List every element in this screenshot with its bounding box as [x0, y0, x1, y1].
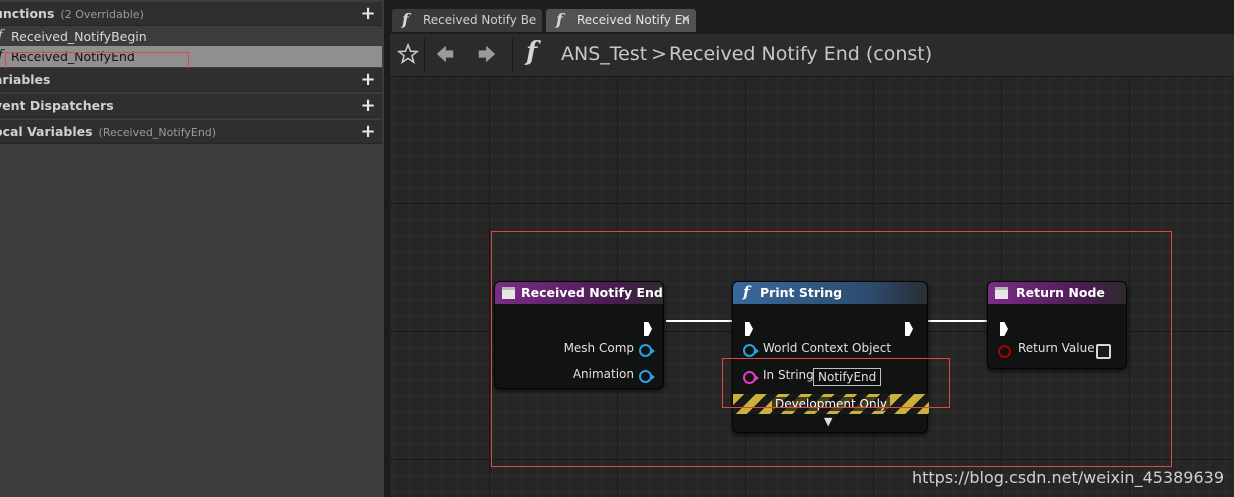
pin-label: In String [763, 368, 814, 382]
animation-pin[interactable] [639, 370, 655, 383]
category-local-variables[interactable]: ocal Variables (Received_NotifyEnd) + [0, 120, 382, 144]
return-icon [995, 287, 1008, 299]
return-value-pin[interactable] [998, 345, 1011, 358]
add-variable-button[interactable]: + [359, 71, 377, 89]
breadcrumb-separator: > [651, 43, 667, 65]
category-label: unctions (2 Overridable) [0, 6, 144, 21]
category-event-dispatchers[interactable]: vent Dispatchers + [0, 94, 382, 118]
node-header: f Print String [733, 282, 927, 304]
category-variables[interactable]: ariables + [0, 68, 382, 92]
node-header: Return Node [988, 282, 1126, 304]
node-header: Received Notify End [495, 282, 663, 304]
pin-label: Animation [572, 367, 634, 381]
category-label: ocal Variables (Received_NotifyEnd) [0, 124, 217, 139]
function-icon: f [556, 10, 563, 29]
function-icon: f [0, 48, 3, 63]
event-icon [502, 287, 515, 299]
exec-wire[interactable] [666, 320, 738, 322]
breadcrumb-function[interactable]: Received Notify End (const) [669, 43, 932, 65]
arrow-right-icon[interactable] [476, 43, 498, 65]
function-icon: f [402, 10, 409, 29]
node-print-string[interactable]: f Print String World Context Object In S… [732, 281, 929, 433]
exec-wire[interactable] [928, 320, 988, 322]
arrow-left-icon[interactable] [434, 43, 456, 65]
in-string-input[interactable]: NotifyEnd [813, 368, 882, 386]
add-event-dispatcher-button[interactable]: + [359, 97, 377, 115]
close-icon[interactable]: × [680, 12, 691, 27]
graph-tab-bar: f Received Notify Be f Received Notify E… [390, 0, 1234, 34]
my-blueprint-panel: unctions(2 Overridable) + f Received_Not… [0, 0, 384, 497]
star-icon[interactable] [397, 43, 419, 65]
node-received-notify-end[interactable]: Received Notify End Mesh Comp Animation [494, 281, 664, 389]
category-label: ariables [0, 72, 51, 87]
in-string-pin[interactable] [743, 371, 759, 384]
node-title: Print String [760, 285, 843, 300]
breadcrumb-blueprint[interactable]: ANS_Test [561, 43, 647, 65]
world-context-object-pin[interactable] [743, 344, 759, 357]
add-local-variable-button[interactable]: + [359, 123, 377, 141]
pin-label: Return Value [1018, 341, 1095, 355]
pin-label: Mesh Comp [563, 341, 634, 355]
function-item-received-notify-begin[interactable]: f Received_NotifyBegin [0, 26, 382, 47]
node-title: Received Notify End [521, 285, 663, 300]
watermark-text: https://blog.csdn.net/weixin_45389639 [911, 468, 1224, 487]
function-label: Received_NotifyBegin [11, 29, 147, 44]
function-icon: f [743, 283, 750, 301]
function-icon: f [526, 37, 538, 67]
category-functions[interactable]: unctions (2 Overridable) + [0, 2, 382, 26]
mesh-comp-pin[interactable] [639, 344, 655, 357]
blueprint-graph-canvas[interactable]: Received Notify End Mesh Comp Animation … [390, 77, 1234, 497]
function-icon: f [0, 28, 3, 43]
tab-received-notify-end[interactable]: f Received Notify En × [546, 9, 696, 32]
toolbar-separator [424, 38, 425, 72]
breadcrumb-toolbar: f ANS_Test > Received Notify End (const) [390, 34, 1234, 77]
tab-received-notify-begin[interactable]: f Received Notify Be [392, 9, 542, 32]
expand-arrow-icon[interactable]: ▼ [824, 415, 832, 428]
node-title: Return Node [1016, 285, 1105, 300]
return-value-checkbox[interactable] [1096, 344, 1111, 359]
node-return[interactable]: Return Node Return Value [987, 281, 1127, 369]
toolbar-separator [512, 38, 513, 72]
category-label: vent Dispatchers [0, 98, 114, 113]
pin-label: World Context Object [763, 341, 892, 355]
development-only-banner: Development Only [733, 394, 929, 414]
add-function-button[interactable]: + [359, 5, 377, 23]
